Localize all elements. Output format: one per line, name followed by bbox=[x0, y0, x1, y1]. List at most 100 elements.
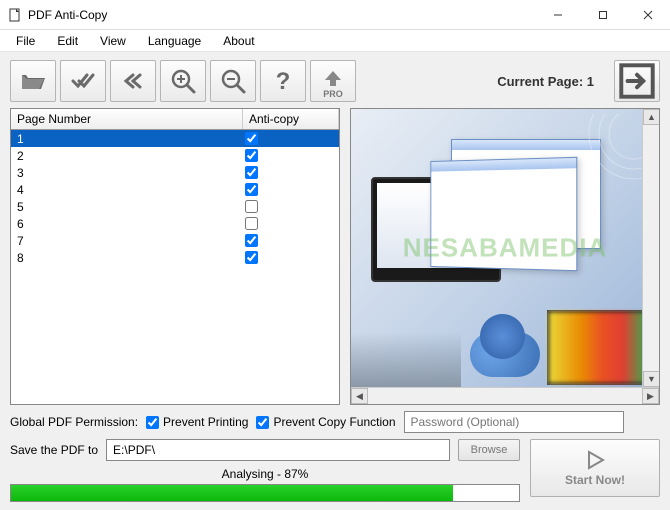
help-button[interactable]: ? bbox=[260, 60, 306, 102]
menu-view[interactable]: View bbox=[90, 32, 136, 50]
prevent-copy-checkbox[interactable]: Prevent Copy Function bbox=[256, 415, 395, 429]
vertical-scrollbar[interactable]: ▲ ▼ bbox=[642, 109, 659, 387]
page-table: Page Number Anti-copy 1 2 3 4 5 6 7 8 bbox=[10, 108, 340, 405]
anti-copy-checkbox[interactable] bbox=[245, 200, 258, 213]
table-row[interactable]: 4 bbox=[11, 181, 339, 198]
cell-anti-copy bbox=[243, 217, 339, 230]
cell-anti-copy bbox=[243, 234, 339, 247]
save-label: Save the PDF to bbox=[10, 443, 98, 457]
cell-anti-copy bbox=[243, 200, 339, 213]
cell-anti-copy bbox=[243, 166, 339, 179]
cell-page-number: 8 bbox=[11, 251, 243, 265]
save-path-input[interactable] bbox=[106, 439, 450, 461]
cell-page-number: 2 bbox=[11, 149, 243, 163]
folder-open-icon bbox=[19, 67, 47, 95]
prevent-printing-checkbox[interactable]: Prevent Printing bbox=[146, 415, 248, 429]
zoom-out-icon bbox=[219, 67, 247, 95]
cell-anti-copy bbox=[243, 149, 339, 162]
pro-label: PRO bbox=[323, 89, 343, 99]
anti-copy-checkbox[interactable] bbox=[245, 217, 258, 230]
check-all-button[interactable] bbox=[60, 60, 106, 102]
question-icon: ? bbox=[269, 67, 297, 95]
table-row[interactable]: 8 bbox=[11, 249, 339, 266]
scroll-down-arrow[interactable]: ▼ bbox=[643, 371, 660, 387]
table-row[interactable]: 7 bbox=[11, 232, 339, 249]
window-title: PDF Anti-Copy bbox=[28, 8, 535, 22]
horizontal-scrollbar[interactable]: ◀ ▶ bbox=[351, 387, 659, 404]
undo-button[interactable] bbox=[110, 60, 156, 102]
double-undo-icon bbox=[119, 67, 147, 95]
open-button[interactable] bbox=[10, 60, 56, 102]
anti-copy-checkbox[interactable] bbox=[245, 234, 258, 247]
cell-page-number: 3 bbox=[11, 166, 243, 180]
anti-copy-checkbox[interactable] bbox=[245, 183, 258, 196]
table-row[interactable]: 1 bbox=[11, 130, 339, 147]
browse-button[interactable]: Browse bbox=[458, 439, 520, 461]
pro-button[interactable]: PRO bbox=[310, 60, 356, 102]
prevent-copy-input[interactable] bbox=[256, 416, 269, 429]
menu-about[interactable]: About bbox=[213, 32, 264, 50]
anti-copy-checkbox[interactable] bbox=[245, 251, 258, 264]
progress-fill bbox=[11, 485, 453, 501]
menu-edit[interactable]: Edit bbox=[47, 32, 88, 50]
svg-text:?: ? bbox=[276, 68, 291, 95]
prevent-copy-label: Prevent Copy Function bbox=[273, 415, 395, 429]
preview-panel: NESABAMEDIA ▲ ▼ ◀ ▶ bbox=[350, 108, 660, 405]
table-header: Page Number Anti-copy bbox=[11, 109, 339, 130]
cell-anti-copy bbox=[243, 251, 339, 264]
cell-page-number: 5 bbox=[11, 200, 243, 214]
double-check-icon bbox=[69, 67, 97, 95]
column-anti-copy[interactable]: Anti-copy bbox=[243, 109, 339, 129]
table-row[interactable]: 5 bbox=[11, 198, 339, 215]
permissions-row: Global PDF Permission: Prevent Printing … bbox=[10, 411, 660, 433]
bottom-controls: Global PDF Permission: Prevent Printing … bbox=[10, 405, 660, 502]
menubar: File Edit View Language About bbox=[0, 30, 670, 52]
window-controls bbox=[535, 0, 670, 29]
play-icon bbox=[584, 449, 606, 471]
minimize-button[interactable] bbox=[535, 0, 580, 30]
progress-bar bbox=[10, 484, 520, 502]
permissions-label: Global PDF Permission: bbox=[10, 415, 138, 429]
toolbar: ? PRO Current Page: 1 bbox=[10, 60, 660, 102]
main-area: Page Number Anti-copy 1 2 3 4 5 6 7 8 NESABAMED… bbox=[10, 108, 660, 405]
zoom-in-icon bbox=[169, 67, 197, 95]
scroll-right-arrow[interactable]: ▶ bbox=[642, 388, 659, 404]
prevent-printing-label: Prevent Printing bbox=[163, 415, 248, 429]
export-button[interactable] bbox=[614, 60, 660, 102]
menu-language[interactable]: Language bbox=[138, 32, 211, 50]
table-row[interactable]: 2 bbox=[11, 147, 339, 164]
cell-page-number: 4 bbox=[11, 183, 243, 197]
anti-copy-checkbox[interactable] bbox=[245, 132, 258, 145]
close-button[interactable] bbox=[625, 0, 670, 30]
prevent-printing-input[interactable] bbox=[146, 416, 159, 429]
start-button[interactable]: Start Now! bbox=[530, 439, 660, 497]
zoom-in-button[interactable] bbox=[160, 60, 206, 102]
menu-file[interactable]: File bbox=[6, 32, 45, 50]
scroll-left-arrow[interactable]: ◀ bbox=[351, 388, 368, 404]
column-page-number[interactable]: Page Number bbox=[11, 109, 243, 129]
cell-page-number: 6 bbox=[11, 217, 243, 231]
export-icon bbox=[615, 59, 659, 103]
cell-anti-copy bbox=[243, 183, 339, 196]
titlebar: PDF Anti-Copy bbox=[0, 0, 670, 30]
cell-page-number: 7 bbox=[11, 234, 243, 248]
anti-copy-checkbox[interactable] bbox=[245, 166, 258, 179]
progress-section: Analysing - 87% bbox=[10, 467, 520, 502]
save-row: Save the PDF to Browse bbox=[10, 439, 520, 461]
cell-page-number: 1 bbox=[11, 132, 243, 146]
cell-anti-copy bbox=[243, 132, 339, 145]
table-row[interactable]: 3 bbox=[11, 164, 339, 181]
table-body[interactable]: 1 2 3 4 5 6 7 8 bbox=[11, 130, 339, 404]
maximize-button[interactable] bbox=[580, 0, 625, 30]
start-label: Start Now! bbox=[565, 473, 625, 487]
progress-label: Analysing - 87% bbox=[10, 467, 520, 481]
current-page-label: Current Page: 1 bbox=[497, 74, 594, 89]
table-row[interactable]: 6 bbox=[11, 215, 339, 232]
app-icon bbox=[8, 8, 22, 22]
password-input[interactable] bbox=[404, 411, 624, 433]
scroll-up-arrow[interactable]: ▲ bbox=[643, 109, 660, 125]
content-area: ? PRO Current Page: 1 Page Number Anti-c… bbox=[0, 52, 670, 510]
anti-copy-checkbox[interactable] bbox=[245, 149, 258, 162]
zoom-out-button[interactable] bbox=[210, 60, 256, 102]
preview-content[interactable]: NESABAMEDIA bbox=[351, 109, 659, 387]
